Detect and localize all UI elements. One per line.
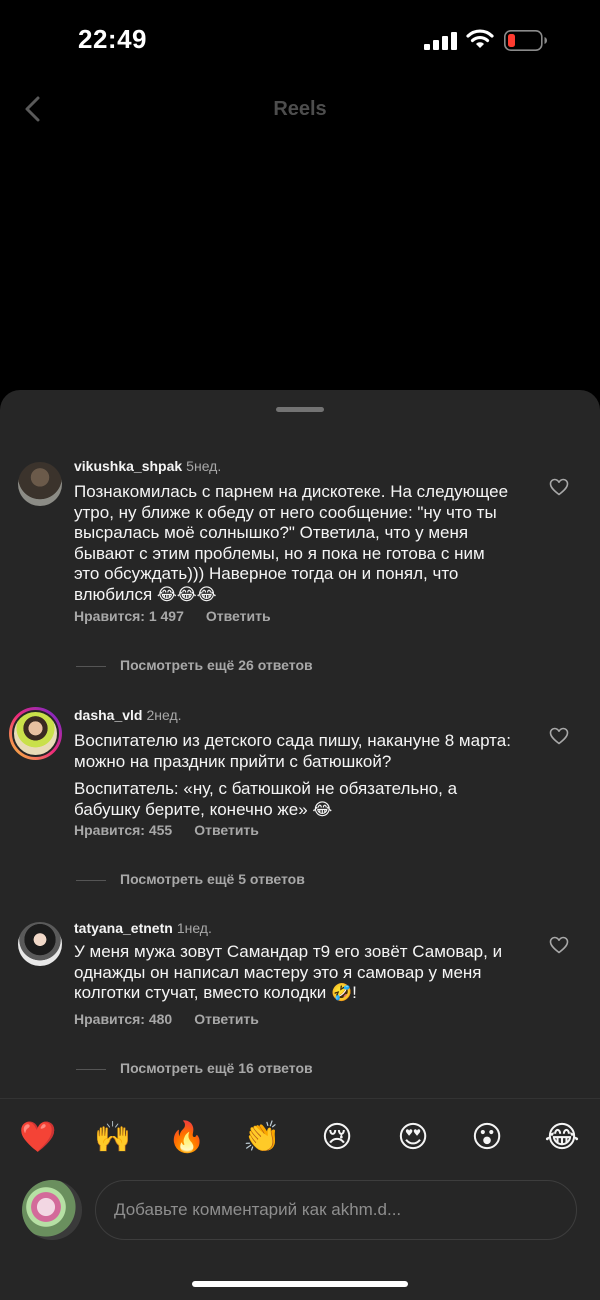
status-time: 22:49 — [78, 24, 147, 54]
replies-divider-line — [76, 879, 106, 881]
avatar-story-ring[interactable] — [9, 707, 62, 760]
emoji-raised-hands-button[interactable]: 🙌 — [93, 1120, 133, 1156]
view-replies-label: Посмотреть ещё 26 ответов — [120, 657, 313, 673]
likes-count: Нравится: 480 — [74, 1011, 173, 1027]
comment-input[interactable] — [95, 1180, 577, 1240]
emoji-laughing-button[interactable]: 😂 — [542, 1120, 582, 1156]
replies-divider-line — [76, 665, 106, 667]
view-replies-link[interactable]: Посмотреть ещё 26 ответов — [76, 657, 313, 673]
cellular-signal-icon — [424, 32, 457, 50]
comment-time: 2нед. — [146, 707, 182, 723]
emoji-crying-button[interactable]: 😢 — [317, 1120, 357, 1156]
emoji-clap-button[interactable]: 👏 — [242, 1120, 282, 1156]
view-replies-link[interactable]: Посмотреть ещё 16 ответов — [76, 1060, 313, 1076]
like-heart-icon[interactable] — [549, 936, 569, 954]
comment-text: У меня мужа зовут Самандар т9 его зовёт … — [74, 942, 514, 1004]
view-replies-label: Посмотреть ещё 5 ответов — [120, 871, 305, 887]
emoji-bar-divider — [0, 1098, 600, 1099]
emoji-reaction-bar: ❤️ 🙌 🔥 👏 😢 😍 😮 😂 — [0, 1108, 600, 1168]
comment-username[interactable]: vikushka_shpak — [74, 458, 182, 474]
comment-paragraph: Воспитатель: «ну, с батюшкой не обязател… — [74, 779, 458, 819]
page-title: Reels — [273, 98, 327, 120]
avatar[interactable] — [18, 922, 62, 966]
comments-sheet: vikushka_shpak 5нед. Познакомилась с парн… — [0, 390, 600, 1300]
status-bar: 22:49 — [0, 0, 600, 80]
wifi-icon — [466, 29, 494, 48]
comment-paragraph: Воспитателю из детского сада пишу, накан… — [74, 731, 511, 771]
top-nav: Reels — [0, 80, 600, 140]
likes-count: Нравится: 455 — [74, 822, 173, 838]
comment-text: Воспитателю из детского сада пишу, накан… — [74, 731, 514, 820]
reply-button[interactable]: Ответить — [194, 822, 259, 838]
comment-header: tatyana_etnetn 1нед. — [74, 920, 212, 936]
comment-username[interactable]: tatyana_etnetn — [74, 920, 173, 936]
reply-button[interactable]: Ответить — [206, 608, 271, 624]
comment-time: 1нед. — [176, 920, 212, 936]
likes-count: Нравится: 1 497 — [74, 608, 184, 624]
comment-text: Познакомилась с парнем на дискотеке. На … — [74, 482, 514, 605]
comment-header: dasha_vld 2нед. — [74, 707, 182, 723]
comment-meta: Нравится: 1 497 Ответить — [74, 608, 271, 624]
comment-composer — [0, 1170, 600, 1250]
avatar — [12, 710, 59, 757]
emoji-surprised-button[interactable]: 😮 — [467, 1120, 507, 1156]
emoji-fire-button[interactable]: 🔥 — [167, 1120, 207, 1156]
comment-header: vikushka_shpak 5нед. — [74, 458, 221, 474]
comment-paragraph: У меня мужа зовут Самандар т9 его зовёт … — [74, 942, 503, 1002]
emoji-heart-eyes-button[interactable]: 😍 — [393, 1120, 433, 1156]
sheet-grabber[interactable] — [276, 407, 324, 412]
comment-meta: Нравится: 480 Ответить — [74, 1011, 259, 1027]
comment-meta: Нравится: 455 Ответить — [74, 822, 259, 838]
current-user-avatar — [22, 1180, 82, 1240]
home-indicator[interactable] — [192, 1281, 408, 1287]
like-heart-icon[interactable] — [549, 478, 569, 496]
comment-paragraph: Познакомилась с парнем на дискотеке. На … — [74, 482, 509, 604]
view-replies-label: Посмотреть ещё 16 ответов — [120, 1060, 313, 1076]
comment-username[interactable]: dasha_vld — [74, 707, 142, 723]
view-replies-link[interactable]: Посмотреть ещё 5 ответов — [76, 871, 305, 887]
like-heart-icon[interactable] — [549, 727, 569, 745]
avatar[interactable] — [18, 462, 62, 506]
comment-time: 5нед. — [186, 458, 222, 474]
emoji-heart-button[interactable]: ❤️ — [18, 1120, 58, 1156]
battery-icon — [504, 30, 547, 51]
reply-button[interactable]: Ответить — [194, 1011, 259, 1027]
replies-divider-line — [76, 1068, 106, 1070]
